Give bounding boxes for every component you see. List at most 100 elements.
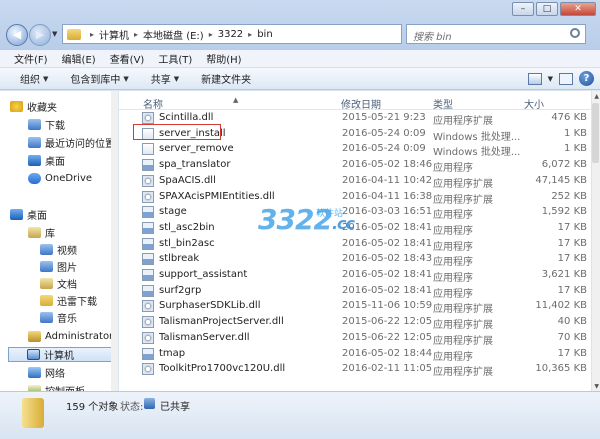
chevron-down-icon[interactable]: ▼ xyxy=(548,75,553,83)
file-date: 2016-02-11 11:05 xyxy=(342,363,433,375)
file-date: 2016-05-02 18:41 xyxy=(342,237,433,249)
file-row[interactable]: stage 2016-03-03 16:51 应用程序 1,592 KB xyxy=(119,204,600,221)
nav-documents[interactable]: 文档 xyxy=(40,276,77,291)
close-button[interactable]: ✕ xyxy=(560,2,596,16)
dll-file-icon xyxy=(142,316,154,329)
breadcrumb-bin[interactable]: bin xyxy=(257,29,272,40)
nav-administrator[interactable]: Administrator xyxy=(28,329,113,344)
recent-pages-dropdown-icon[interactable]: ▼ xyxy=(52,30,57,38)
maximize-button[interactable]: □ xyxy=(536,2,558,16)
chevron-down-icon: ▼ xyxy=(123,74,129,83)
network-icon xyxy=(28,367,41,378)
nav-recent-places[interactable]: 最近访问的位置 xyxy=(28,135,115,150)
column-date[interactable]: 修改日期 xyxy=(341,96,381,111)
file-row[interactable]: SpaACIS.dll 2016-04-11 10:42 应用程序扩展 47,145 … xyxy=(119,173,600,190)
menu-view[interactable]: 查看(V) xyxy=(110,51,145,66)
command-bar: 组织 ▼ 包含到库中 ▼ 共享 ▼ 新建文件夹 ▼ ? xyxy=(0,68,600,90)
column-name[interactable]: 名称 xyxy=(143,96,163,111)
breadcrumb-3322[interactable]: 3322 xyxy=(218,29,243,40)
menu-tools[interactable]: 工具(T) xyxy=(158,51,192,66)
breadcrumb-computer[interactable]: 计算机 xyxy=(99,27,129,42)
bat-file-icon xyxy=(142,143,154,156)
new-folder-button[interactable]: 新建文件夹 xyxy=(201,71,251,86)
menu-file[interactable]: 文件(F) xyxy=(14,51,48,66)
chevron-right-icon[interactable]: ▸ xyxy=(209,30,213,39)
minimize-button[interactable]: – xyxy=(512,2,534,16)
preview-pane-icon[interactable] xyxy=(559,72,573,85)
file-row[interactable]: surf2grp 2016-05-02 18:41 应用程序 17 KB xyxy=(119,283,600,300)
organize-button[interactable]: 组织 ▼ xyxy=(20,71,48,87)
exe-file-icon xyxy=(142,221,154,234)
menu-help[interactable]: 帮助(H) xyxy=(206,51,241,66)
nav-desktop[interactable]: 桌面 xyxy=(10,207,47,222)
nav-network[interactable]: 网络 xyxy=(28,365,65,380)
file-row[interactable]: ToolkitPro1700vc120U.dll 2016-02-11 11:05… xyxy=(119,361,600,378)
nav-label: Administrator xyxy=(45,331,114,342)
menu-edit[interactable]: 编辑(E) xyxy=(62,51,96,66)
file-row[interactable]: server_remove 2016-05-24 0:09 Windows 批处理.… xyxy=(119,141,600,158)
breadcrumb-drive-e[interactable]: 本地磁盘 (E:) xyxy=(143,27,204,42)
nav-label: 图片 xyxy=(57,263,77,274)
scrollbar-thumb[interactable] xyxy=(592,103,599,163)
file-name: stl_bin2asc xyxy=(159,237,215,249)
nav-label: 桌面 xyxy=(27,211,47,222)
include-in-library-button[interactable]: 包含到库中 ▼ xyxy=(70,71,129,87)
nav-label: 最近访问的位置 xyxy=(45,139,115,150)
nav-xunlei-downloads[interactable]: 迅雷下载 xyxy=(40,293,97,308)
scroll-up-icon[interactable]: ▲ xyxy=(594,93,599,100)
nav-pictures[interactable]: 图片 xyxy=(40,259,77,274)
forward-button[interactable]: ▶ xyxy=(29,24,51,46)
chevron-right-icon[interactable]: ▸ xyxy=(134,30,138,39)
desktop-icon xyxy=(10,209,23,220)
nav-favorites[interactable]: 收藏夹 xyxy=(10,99,57,114)
file-row[interactable]: stlbreak 2016-05-02 18:43 应用程序 17 KB xyxy=(119,251,600,268)
file-row[interactable]: SPAXAcisPMIEntities.dll 2016-04-11 16:38 应… xyxy=(119,189,600,206)
nav-control-panel[interactable]: 控制面板 xyxy=(28,383,85,391)
file-row[interactable]: stl_bin2asc 2016-05-02 18:41 应用程序 17 KB xyxy=(119,236,600,253)
scroll-down-icon[interactable]: ▼ xyxy=(594,383,599,390)
file-name: support_assistant xyxy=(159,269,248,280)
nav-videos[interactable]: 视频 xyxy=(40,242,77,257)
nav-music[interactable]: 音乐 xyxy=(40,310,77,325)
address-bar[interactable]: ▸ 计算机 ▸ 本地磁盘 (E:) ▸ 3322 ▸ bin ↻ xyxy=(62,24,451,44)
chevron-right-icon[interactable]: ▸ xyxy=(248,30,252,39)
dll-file-icon xyxy=(142,174,154,187)
file-size: 17 KB xyxy=(557,221,587,233)
file-date: 2015-05-21 9:23 xyxy=(342,112,426,123)
navigation-pane: 收藏夹 下载 最近访问的位置 桌面 OneDrive 桌面 库 视频 图片 文档… xyxy=(0,91,118,391)
share-button[interactable]: 共享 ▼ xyxy=(151,71,179,87)
explorer-window: – □ ✕ ◀ ▶ ▼ ▸ 计算机 ▸ 本地磁盘 (E:) ▸ 3322 ▸ b… xyxy=(0,0,600,439)
address-area: – □ ✕ ◀ ▶ ▼ ▸ 计算机 ▸ 本地磁盘 (E:) ▸ 3322 ▸ b… xyxy=(0,0,600,50)
nav-computer[interactable]: 计算机 xyxy=(8,347,112,362)
nav-scrollbar[interactable] xyxy=(111,91,118,391)
file-date: 2016-05-02 18:41 xyxy=(342,221,433,233)
column-size[interactable]: 大小 xyxy=(524,96,544,111)
file-size: 1 KB xyxy=(564,143,587,155)
nav-desktop-favorite[interactable]: 桌面 xyxy=(28,153,65,168)
file-row[interactable]: tmap 2016-05-02 18:44 应用程序 17 KB xyxy=(119,346,600,363)
search-input[interactable]: 搜索 bin xyxy=(406,24,586,44)
exe-file-icon xyxy=(142,269,154,281)
file-date: 2016-05-02 18:43 xyxy=(342,253,433,265)
file-row[interactable]: TalismanServer.dll 2015-06-22 12:05 应用程序扩展… xyxy=(119,330,600,347)
help-icon[interactable]: ? xyxy=(579,71,594,86)
toolbar-right: ▼ ? xyxy=(527,71,594,86)
file-row[interactable]: spa_translator 2016-05-02 18:46 应用程序 6,072 … xyxy=(119,157,600,174)
chevron-right-icon[interactable]: ▸ xyxy=(90,30,94,39)
file-name: TalismanServer.dll xyxy=(159,331,250,343)
file-size: 17 KB xyxy=(557,284,587,296)
file-row[interactable]: SurphaserSDKLib.dll 2015-11-06 10:59 应用程序扩… xyxy=(119,298,600,315)
file-row[interactable]: TalismanProjectServer.dll 2015-06-22 12:0… xyxy=(119,314,600,331)
file-row[interactable]: stl_asc2bin 2016-05-02 18:41 应用程序 17 KB xyxy=(119,220,600,237)
nav-libraries[interactable]: 库 xyxy=(28,225,55,240)
nav-downloads[interactable]: 下载 xyxy=(28,117,65,132)
star-icon xyxy=(10,101,23,112)
view-options-icon[interactable] xyxy=(527,72,542,85)
file-row[interactable]: support_assistant 2016-05-02 18:41 应用程序 3,6… xyxy=(119,267,600,284)
nav-onedrive[interactable]: OneDrive xyxy=(28,171,92,186)
column-type[interactable]: 类型 xyxy=(433,96,453,111)
back-button[interactable]: ◀ xyxy=(6,24,28,46)
file-size: 252 KB xyxy=(551,190,587,202)
search-icon[interactable] xyxy=(570,28,580,38)
file-size: 17 KB xyxy=(557,237,587,249)
